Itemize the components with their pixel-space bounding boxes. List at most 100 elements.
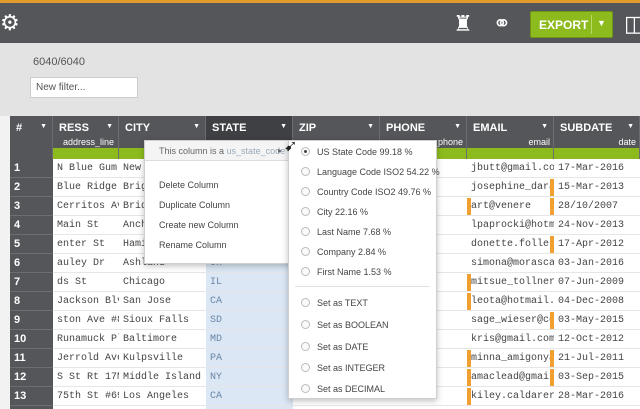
table-cell[interactable]: simona@morasca.com (467, 254, 554, 273)
column-header-address[interactable]: RESS ▼ address_line (53, 116, 119, 159)
chevron-down-icon[interactable]: ▼ (40, 123, 47, 130)
table-cell[interactable]: Baltimore (119, 330, 206, 349)
column-subtitle: _phone (432, 137, 463, 147)
chevron-down-icon[interactable]: ▼ (106, 123, 113, 130)
table-cell[interactable]: 24-Nov-2013 (554, 216, 640, 235)
table-cell[interactable]: kris@gmail.com (467, 330, 554, 349)
table-cell[interactable]: Jerrold Ave (53, 349, 119, 368)
table-cell[interactable]: 17-Mar-2016 (554, 159, 640, 178)
rename-column-item[interactable]: Rename Column (159, 240, 227, 250)
chevron-down-icon[interactable]: ▼ (597, 18, 606, 28)
table-cell[interactable]: 28/10/2007 (554, 197, 640, 216)
gear-icon[interactable]: ⚙ (0, 12, 22, 34)
radio-icon[interactable] (301, 207, 310, 216)
table-cell[interactable]: CA (206, 292, 293, 311)
flask-icon[interactable]: ♜ (450, 11, 476, 37)
table-cell[interactable]: IL (206, 273, 293, 292)
table-cell[interactable]: MD (206, 330, 293, 349)
radio-icon[interactable] (301, 247, 310, 256)
top-toolbar: ⚙ ♜ ⚭ EXPORT ▼ ◫ (0, 0, 640, 43)
column-header-email[interactable]: EMAIL ▼ email (467, 116, 554, 159)
table-cell[interactable]: 12-Oct-2012 (554, 330, 640, 349)
table-cell[interactable]: S St Rt 17M (53, 368, 119, 387)
table-cell[interactable]: kiley.caldarera@a (467, 387, 554, 406)
table-cell[interactable]: Cerritos Ave # (53, 197, 119, 216)
table-cell[interactable]: Main St (53, 216, 119, 235)
radio-icon[interactable] (301, 187, 310, 196)
table-cell[interactable]: Sioux Falls (119, 311, 206, 330)
table-cell[interactable]: 03-Sep-2015 (554, 368, 640, 387)
table-cell[interactable]: Kulpsville (119, 349, 206, 368)
table-cell[interactable]: 75th St #69 (53, 387, 119, 406)
table-cell[interactable]: ds St (53, 273, 119, 292)
table-cell[interactable]: Los Angeles (119, 387, 206, 406)
radio-icon[interactable] (301, 384, 310, 393)
chevron-down-icon[interactable]: ▼ (541, 123, 548, 130)
table-cell[interactable]: mitsue_tollner@yah (467, 273, 554, 292)
row-number: 6 (10, 254, 53, 273)
radio-icon[interactable] (301, 267, 310, 276)
export-button[interactable]: EXPORT ▼ (530, 11, 613, 38)
table-cell[interactable]: SD (206, 311, 293, 330)
table-cell[interactable]: lpaprocki@hotmail. (467, 216, 554, 235)
radio-icon[interactable] (301, 227, 310, 236)
table-cell[interactable]: jbutt@gmail.com (467, 159, 554, 178)
table-cell[interactable]: enter St (53, 235, 119, 254)
table-cell[interactable]: Chicago (119, 273, 206, 292)
type-option-label: First Name 1.53 % (317, 267, 392, 277)
type-option-label: Language Code ISO2 54.22 % (317, 167, 440, 177)
table-cell[interactable]: ston Ave #88 (53, 311, 119, 330)
table-cell[interactable]: josephine_darakjy@ (467, 178, 554, 197)
table-cell[interactable]: 21-Jul-2011 (554, 349, 640, 368)
row-number: 7 (10, 273, 53, 292)
chevron-down-icon[interactable]: ▼ (280, 123, 287, 130)
mouse-cursor-icon: ➹ (284, 138, 298, 155)
radio-icon[interactable] (301, 167, 310, 176)
filter-input[interactable] (30, 77, 138, 98)
row-number: 8 (10, 292, 53, 311)
table-cell[interactable]: sage_wieser@cox.ne (467, 311, 554, 330)
table-cell[interactable]: 15-Mar-2013 (554, 178, 640, 197)
table-cell[interactable]: Blue Ridge Blv (53, 178, 119, 197)
table-cell[interactable]: 04-Dec-2008 (554, 292, 640, 311)
radio-icon[interactable] (301, 342, 310, 351)
table-cell[interactable]: auley Dr (53, 254, 119, 273)
column-header-rownum[interactable]: # ▼ (10, 116, 53, 159)
table-cell[interactable]: donette.foller@cox (467, 235, 554, 254)
table-cell[interactable]: 03-Jan-2016 (554, 254, 640, 273)
table-cell[interactable]: NY (206, 368, 293, 387)
table-cell[interactable]: 07-Jun-2009 (554, 273, 640, 292)
invalid-marker (550, 369, 554, 386)
radio-icon[interactable] (301, 320, 310, 329)
columns-icon[interactable]: ◫ (624, 11, 640, 37)
chevron-down-icon[interactable]: ▼ (193, 123, 200, 130)
table-cell[interactable]: Middle Island (119, 368, 206, 387)
table-cell[interactable]: leota@hotmail.com (467, 292, 554, 311)
chevron-down-icon[interactable]: ▼ (627, 123, 634, 130)
chevron-down-icon[interactable]: ▼ (367, 123, 374, 130)
table-cell[interactable]: Jackson Blvd (53, 292, 119, 311)
table-cell[interactable]: San Jose (119, 292, 206, 311)
table-cell[interactable]: art@venere (467, 197, 554, 216)
radio-icon[interactable] (301, 298, 310, 307)
radio-icon[interactable] (301, 147, 310, 156)
chevron-down-icon[interactable]: ▼ (454, 123, 461, 130)
duplicate-column-item[interactable]: Duplicate Column (159, 200, 230, 210)
table-cell[interactable]: 17-Apr-2012 (554, 235, 640, 254)
delete-column-item[interactable]: Delete Column (159, 180, 219, 190)
column-quality-bar (467, 148, 553, 159)
column-type-header[interactable]: This column is a us_state_code ▸ (145, 141, 294, 161)
table-cell[interactable]: PA (206, 349, 293, 368)
table-cell[interactable]: amaclead@gmail.com (467, 368, 554, 387)
table-cell[interactable]: N Blue Gum St (53, 159, 119, 178)
column-header-subdate[interactable]: SUBDATE ▼ date (554, 116, 640, 159)
table-cell[interactable]: 03-May-2015 (554, 311, 640, 330)
table-cell[interactable]: 28-Mar-2016 (554, 387, 640, 406)
rings-icon[interactable]: ⚭ (489, 11, 515, 37)
create-column-item[interactable]: Create new Column (159, 220, 239, 230)
table-cell[interactable]: minna_amigonyahoo (467, 349, 554, 368)
table-cell[interactable]: CA (206, 387, 293, 406)
table-cell[interactable]: Runamuck Pl #2 (53, 330, 119, 349)
row-number: 12 (10, 368, 53, 387)
radio-icon[interactable] (301, 363, 310, 372)
